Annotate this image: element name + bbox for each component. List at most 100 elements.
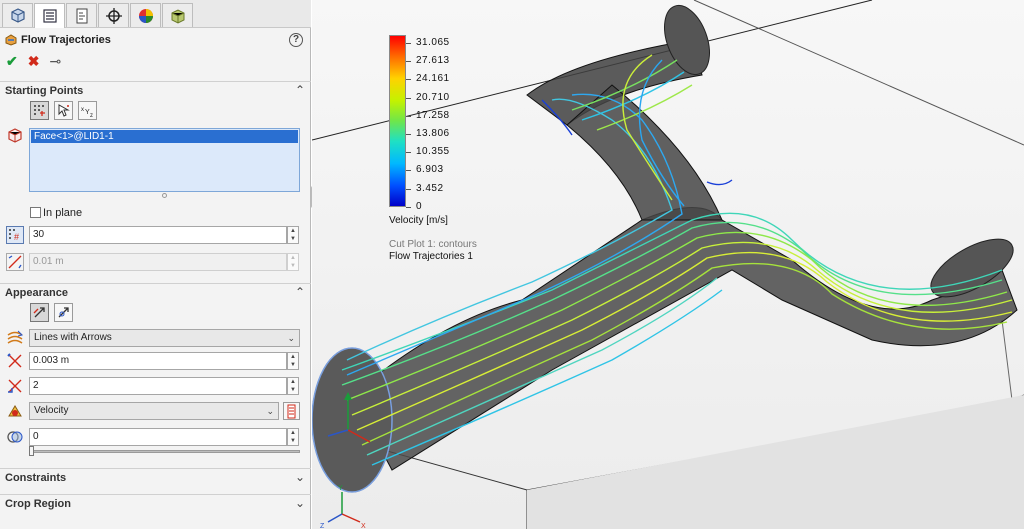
help-icon[interactable]: ? [289, 33, 303, 47]
svg-text:Y: Y [338, 485, 343, 492]
pick-points-button[interactable] [54, 101, 73, 120]
legend-value: 27.613 [416, 55, 450, 67]
legend-tick [406, 152, 411, 154]
manager-tab-bar [0, 0, 311, 28]
ok-button[interactable]: ✔ [6, 54, 18, 68]
pick-points-icon [58, 104, 70, 117]
coordinates-button[interactable]: xYz [78, 101, 97, 120]
property-manager-panel: Flow Trajectories ? ✔ ✖ ⊸ Starting Point… [0, 0, 311, 529]
feature-tree-icon [10, 7, 25, 23]
section-appearance[interactable]: Appearance ⌃ [0, 283, 311, 301]
offset-icon [6, 253, 24, 271]
section-label: Starting Points [5, 85, 84, 97]
svg-text:z: z [90, 113, 93, 118]
legend-value: 3.452 [416, 182, 444, 194]
static-trajectories-button[interactable] [30, 303, 49, 322]
legend-value: 17.258 [416, 109, 450, 121]
tab-feature-manager[interactable] [2, 3, 33, 27]
flow-trajectories-icon [5, 34, 17, 46]
svg-text:#: # [14, 232, 19, 242]
chevron-up-icon: ⌃ [294, 83, 305, 97]
legend-value: 6.903 [416, 164, 444, 176]
legend-tick [406, 115, 411, 117]
offset-stepper[interactable]: ▲ ▼ [287, 253, 299, 271]
legend-tick [406, 170, 411, 172]
action-buttons: ✔ ✖ ⊸ [6, 54, 61, 68]
legend-value: 13.806 [416, 128, 450, 139]
draw-style-value: Lines with Arrows [34, 332, 112, 343]
color-settings-button[interactable] [283, 402, 300, 420]
legend-tick [406, 97, 411, 99]
xyz-coordinates-icon: xYz [81, 107, 93, 118]
chevron-down-icon: ⌄ [287, 333, 295, 343]
legend-tick [406, 188, 411, 190]
line-width-icon [7, 353, 22, 368]
list-item[interactable]: Face<1>@LID1-1 [31, 130, 298, 143]
tab-configuration-manager[interactable] [66, 3, 97, 27]
transparency-input[interactable]: 0 [29, 428, 287, 446]
animated-arrows-icon [58, 307, 69, 318]
legend-tick [406, 79, 411, 81]
color-scale-icon [287, 404, 296, 418]
section-starting-points[interactable]: Starting Points ⌃ [0, 81, 311, 99]
display-pie-icon [138, 8, 153, 23]
legend-value: 10.355 [416, 146, 450, 158]
legend-units-label: Velocity [m/s] [389, 215, 448, 226]
arrow-size-stepper[interactable]: ▲ ▼ [287, 377, 299, 395]
section-crop-region[interactable]: Crop Region ⌄ [0, 494, 311, 512]
cut-plot-label: Cut Plot 1: contours [389, 239, 477, 250]
chevron-down-icon: ⌄ [266, 406, 274, 416]
number-of-points-input[interactable]: 30 [29, 226, 287, 244]
configuration-icon [76, 8, 87, 23]
svg-text:x: x [81, 107, 84, 113]
number-of-points-stepper[interactable]: ▲ ▼ [287, 226, 299, 244]
section-constraints[interactable]: Constraints ⌄ [0, 468, 311, 486]
chevron-down-icon: ⌄ [294, 496, 305, 510]
pattern-points-button[interactable] [30, 101, 49, 120]
flow-trajectories-label: Flow Trajectories 1 [389, 251, 473, 262]
line-width-input[interactable]: 0.003 m [29, 352, 287, 370]
chevron-up-icon: ⌃ [294, 285, 305, 299]
section-label: Appearance [5, 287, 68, 299]
tab-dimxpert-manager[interactable] [98, 3, 129, 27]
section-label: Crop Region [5, 498, 71, 510]
offset-input[interactable]: 0.01 m [29, 253, 287, 271]
pattern-points-icon [34, 105, 45, 116]
color-by-select[interactable]: Velocity ⌄ [29, 402, 279, 420]
draw-style-select[interactable]: Lines with Arrows ⌄ [29, 329, 300, 347]
cancel-button[interactable]: ✖ [28, 54, 40, 68]
transparency-slider-thumb[interactable] [29, 446, 34, 456]
legend-tick [406, 206, 411, 208]
in-plane-checkbox[interactable] [30, 207, 41, 218]
animated-trajectories-button[interactable] [54, 303, 73, 322]
line-width-stepper[interactable]: ▲ ▼ [287, 352, 299, 370]
selected-faces-list[interactable]: Face<1>@LID1-1 [29, 128, 300, 192]
domain-floor [527, 395, 1024, 529]
tab-flow-analysis[interactable] [162, 3, 193, 27]
svg-text:Z: Z [320, 523, 325, 529]
graphics-viewport[interactable]: Y X Z 31.065 27.613 24.161 20.710 17.258 13.8… [312, 0, 1024, 529]
draw-style-icon [7, 330, 23, 344]
legend-value: 31.065 [416, 37, 450, 48]
svg-text:X: X [361, 523, 366, 529]
pin-button[interactable]: ⊸ [49, 54, 61, 68]
tab-property-manager[interactable] [34, 3, 65, 28]
legend-value: 0 [416, 200, 423, 212]
legend-tick [406, 134, 411, 135]
crosshair-icon [105, 7, 122, 24]
chevron-down-icon: ⌄ [294, 470, 305, 484]
color-by-icon [8, 405, 22, 417]
arrow-size-input[interactable]: 2 [29, 377, 287, 395]
transparency-stepper[interactable]: ▲ ▼ [287, 428, 299, 446]
page-title: Flow Trajectories [21, 34, 111, 46]
color-scale-bar [389, 35, 406, 207]
transparency-slider[interactable] [31, 450, 300, 453]
resize-grip[interactable] [162, 193, 167, 198]
flow-cube-icon [171, 8, 184, 24]
legend-tick [406, 43, 411, 44]
static-arrows-icon [33, 307, 45, 318]
tab-display-manager[interactable] [130, 3, 161, 27]
legend-value: 20.710 [416, 91, 450, 103]
legend-tick [406, 61, 411, 63]
legend-value: 24.161 [416, 73, 450, 85]
